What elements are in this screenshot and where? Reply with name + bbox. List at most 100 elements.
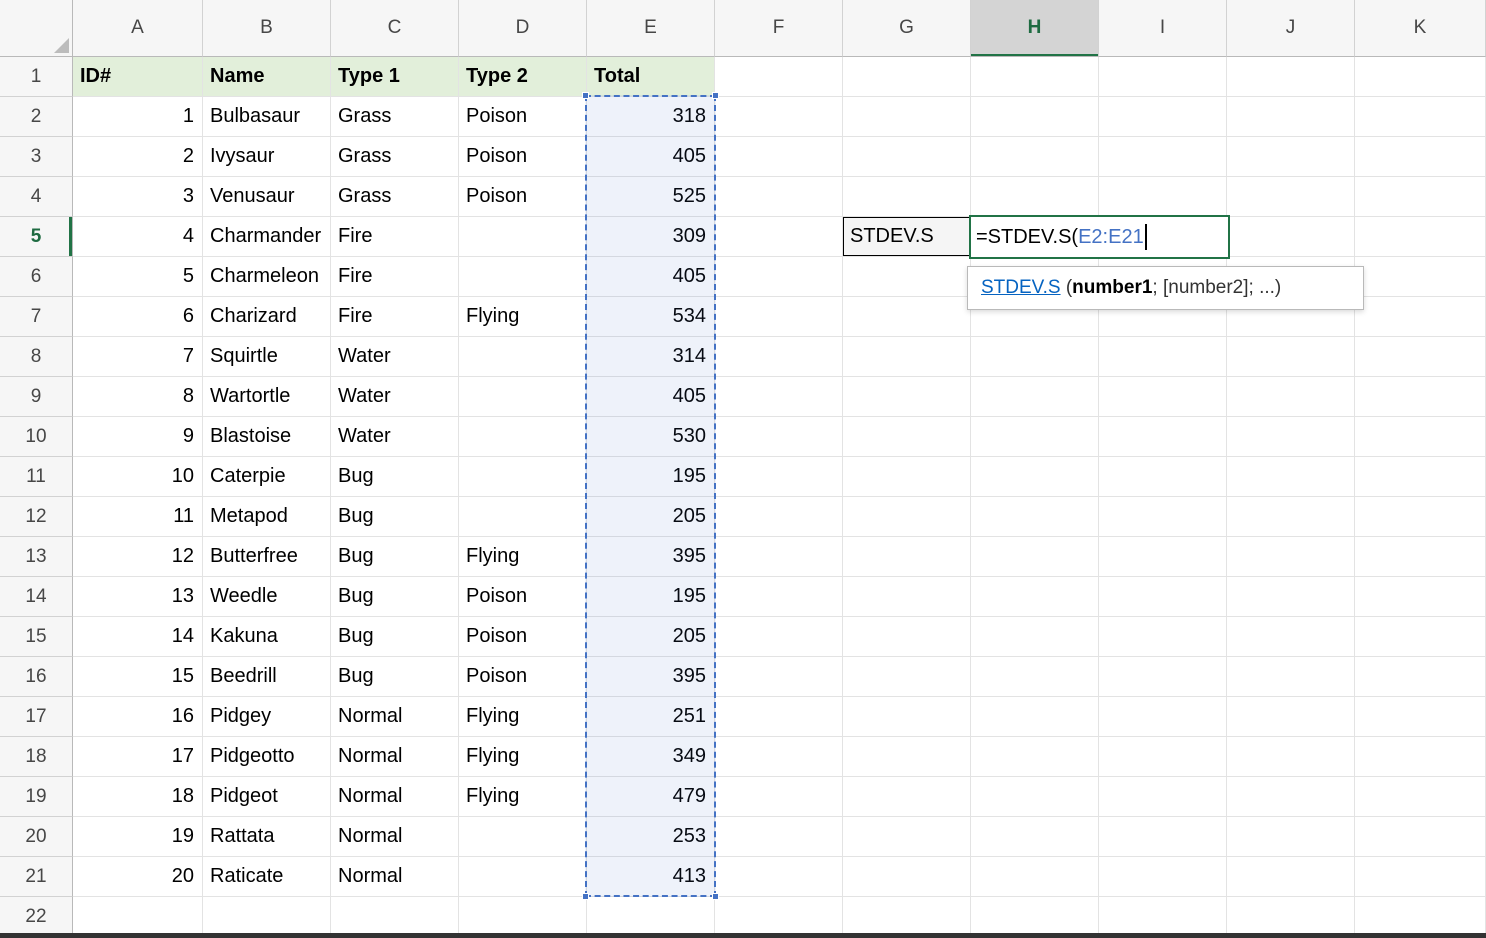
- row-header-2[interactable]: 2: [0, 97, 73, 137]
- cell-G6[interactable]: [843, 257, 971, 297]
- cell-I19[interactable]: [1099, 777, 1227, 817]
- row-header-21[interactable]: 21: [0, 857, 73, 897]
- cell-G2[interactable]: [843, 97, 971, 137]
- cell-C15[interactable]: Bug: [331, 617, 459, 657]
- cell-A15[interactable]: 14: [73, 617, 203, 657]
- cell-E17[interactable]: 251: [587, 697, 715, 737]
- cell-A6[interactable]: 5: [73, 257, 203, 297]
- cell-B2[interactable]: Bulbasaur: [203, 97, 331, 137]
- cell-J4[interactable]: [1227, 177, 1355, 217]
- cell-D10[interactable]: [459, 417, 587, 457]
- cell-G9[interactable]: [843, 377, 971, 417]
- cell-B3[interactable]: Ivysaur: [203, 137, 331, 177]
- cell-C16[interactable]: Bug: [331, 657, 459, 697]
- cell-I21[interactable]: [1099, 857, 1227, 897]
- cell-F7[interactable]: [715, 297, 843, 337]
- cell-G3[interactable]: [843, 137, 971, 177]
- cell-B18[interactable]: Pidgeotto: [203, 737, 331, 777]
- cell-F8[interactable]: [715, 337, 843, 377]
- cell-I1[interactable]: [1099, 57, 1227, 97]
- cell-D16[interactable]: Poison: [459, 657, 587, 697]
- cell-I10[interactable]: [1099, 417, 1227, 457]
- cell-G1[interactable]: [843, 57, 971, 97]
- cell-K15[interactable]: [1355, 617, 1486, 657]
- col-header-F[interactable]: F: [715, 0, 843, 57]
- cell-J16[interactable]: [1227, 657, 1355, 697]
- cell-B4[interactable]: Venusaur: [203, 177, 331, 217]
- cell-F13[interactable]: [715, 537, 843, 577]
- cell-K3[interactable]: [1355, 137, 1486, 177]
- cell-H11[interactable]: [971, 457, 1099, 497]
- cell-G18[interactable]: [843, 737, 971, 777]
- cell-B10[interactable]: Blastoise: [203, 417, 331, 457]
- cell-D5[interactable]: [459, 217, 587, 257]
- cell-B22[interactable]: [203, 897, 331, 937]
- cell-B12[interactable]: Metapod: [203, 497, 331, 537]
- cell-E8[interactable]: 314: [587, 337, 715, 377]
- cell-E3[interactable]: 405: [587, 137, 715, 177]
- row-header-1[interactable]: 1: [0, 57, 73, 97]
- cell-E16[interactable]: 395: [587, 657, 715, 697]
- row-header-13[interactable]: 13: [0, 537, 73, 577]
- cell-A14[interactable]: 13: [73, 577, 203, 617]
- function-help-link[interactable]: STDEV.S: [981, 277, 1061, 299]
- cell-D11[interactable]: [459, 457, 587, 497]
- row-header-17[interactable]: 17: [0, 697, 73, 737]
- cell-I3[interactable]: [1099, 137, 1227, 177]
- cell-H2[interactable]: [971, 97, 1099, 137]
- range-handle[interactable]: [712, 893, 719, 900]
- cell-C19[interactable]: Normal: [331, 777, 459, 817]
- cell-K6[interactable]: [1355, 257, 1486, 297]
- cell-D14[interactable]: Poison: [459, 577, 587, 617]
- cell-E18[interactable]: 349: [587, 737, 715, 777]
- cell-A4[interactable]: 3: [73, 177, 203, 217]
- cell-B13[interactable]: Butterfree: [203, 537, 331, 577]
- cell-K5[interactable]: [1355, 217, 1486, 257]
- row-header-20[interactable]: 20: [0, 817, 73, 857]
- col-header-A[interactable]: A: [73, 0, 203, 57]
- row-header-15[interactable]: 15: [0, 617, 73, 657]
- cell-I8[interactable]: [1099, 337, 1227, 377]
- cell-K13[interactable]: [1355, 537, 1486, 577]
- cell-A8[interactable]: 7: [73, 337, 203, 377]
- cell-C5[interactable]: Fire: [331, 217, 459, 257]
- row-header-10[interactable]: 10: [0, 417, 73, 457]
- cell-E4[interactable]: 525: [587, 177, 715, 217]
- cell-K19[interactable]: [1355, 777, 1486, 817]
- cell-C11[interactable]: Bug: [331, 457, 459, 497]
- cell-B21[interactable]: Raticate: [203, 857, 331, 897]
- row-header-6[interactable]: 6: [0, 257, 73, 297]
- cell-B1[interactable]: Name: [203, 57, 331, 97]
- cell-E15[interactable]: 205: [587, 617, 715, 657]
- col-header-I[interactable]: I: [1099, 0, 1227, 57]
- cell-F4[interactable]: [715, 177, 843, 217]
- cell-C14[interactable]: Bug: [331, 577, 459, 617]
- cell-I15[interactable]: [1099, 617, 1227, 657]
- cell-C13[interactable]: Bug: [331, 537, 459, 577]
- cell-C2[interactable]: Grass: [331, 97, 459, 137]
- cell-J5[interactable]: [1227, 217, 1355, 257]
- cell-E20[interactable]: 253: [587, 817, 715, 857]
- cell-E11[interactable]: 195: [587, 457, 715, 497]
- cell-F1[interactable]: [715, 57, 843, 97]
- cell-G15[interactable]: [843, 617, 971, 657]
- col-header-J[interactable]: J: [1227, 0, 1355, 57]
- cell-K14[interactable]: [1355, 577, 1486, 617]
- cell-I20[interactable]: [1099, 817, 1227, 857]
- cell-G4[interactable]: [843, 177, 971, 217]
- cell-D3[interactable]: Poison: [459, 137, 587, 177]
- cell-I22[interactable]: [1099, 897, 1227, 937]
- cell-G5[interactable]: STDEV.S: [843, 217, 971, 257]
- cell-I2[interactable]: [1099, 97, 1227, 137]
- cell-A5[interactable]: 4: [73, 217, 203, 257]
- cell-K1[interactable]: [1355, 57, 1486, 97]
- cell-E19[interactable]: 479: [587, 777, 715, 817]
- cell-D7[interactable]: Flying: [459, 297, 587, 337]
- cell-G14[interactable]: [843, 577, 971, 617]
- cell-A1[interactable]: ID#: [73, 57, 203, 97]
- cell-B5[interactable]: Charmander: [203, 217, 331, 257]
- cell-H15[interactable]: [971, 617, 1099, 657]
- cell-E1[interactable]: Total: [587, 57, 715, 97]
- cell-D19[interactable]: Flying: [459, 777, 587, 817]
- cell-G11[interactable]: [843, 457, 971, 497]
